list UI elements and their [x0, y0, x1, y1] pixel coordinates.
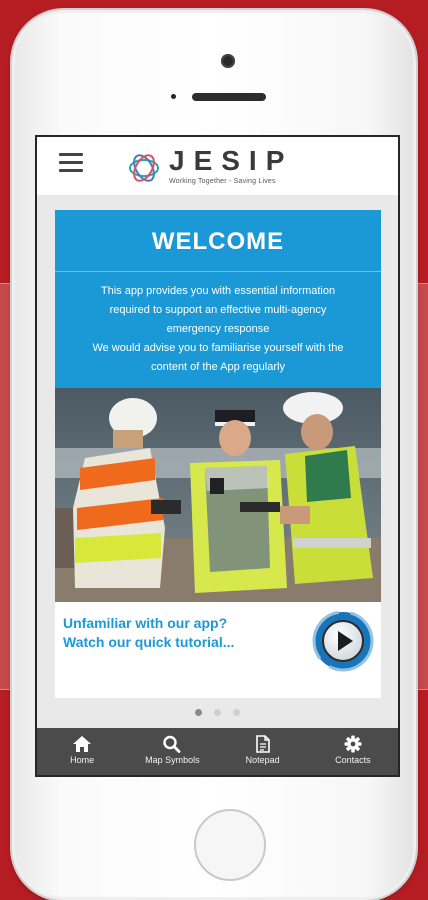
tab-map-symbols[interactable]: Map Symbols	[127, 728, 217, 775]
tutorial-line-2: Watch our quick tutorial...	[63, 634, 235, 650]
responders-photo	[55, 388, 381, 602]
play-icon[interactable]	[311, 610, 375, 672]
tab-contacts[interactable]: Contacts	[308, 728, 398, 775]
welcome-line: This app provides you with essential inf…	[100, 285, 336, 297]
home-icon	[73, 736, 92, 752]
front-camera	[221, 54, 235, 68]
tutorial-prompt[interactable]: Unfamiliar with our app? Watch our quick…	[63, 614, 293, 652]
menu-icon[interactable]	[59, 153, 83, 173]
carousel-dot[interactable]	[233, 709, 240, 716]
app-header: JESIP Working Together - Saving Lives	[37, 137, 398, 195]
app-tagline: Working Together - Saving Lives	[169, 178, 276, 185]
welcome-divider	[55, 271, 381, 272]
carousel-dot[interactable]	[214, 709, 221, 716]
welcome-card: WELCOME This app provides you with essen…	[55, 210, 381, 698]
document-icon	[255, 735, 270, 753]
home-hardware-button[interactable]	[194, 809, 266, 881]
proximity-sensor	[171, 94, 176, 99]
tab-label: Home	[70, 755, 95, 765]
tab-label: Notepad	[245, 755, 280, 765]
welcome-line: emergency response	[166, 323, 270, 335]
welcome-line: content of the App regularly	[151, 361, 285, 373]
tab-home[interactable]: Home	[37, 728, 127, 775]
welcome-text: This app provides you with essential inf…	[67, 282, 369, 377]
welcome-line: required to support an effective multi-a…	[109, 304, 327, 316]
welcome-banner: WELCOME This app provides you with essen…	[55, 210, 381, 388]
tab-label: Map Symbols	[145, 755, 200, 765]
bottom-tab-bar: Home Map Symbols Notepad Contacts	[37, 728, 398, 775]
tutorial-line-1: Unfamiliar with our app?	[63, 615, 228, 631]
welcome-line: We would advise you to familiarise yours…	[92, 342, 344, 354]
app-logo-text: JESIP	[169, 145, 294, 176]
earpiece-speaker	[192, 93, 266, 101]
tab-label: Contacts	[335, 755, 371, 765]
welcome-title: WELCOME	[151, 228, 285, 255]
carousel-indicator	[37, 703, 398, 716]
search-icon	[163, 735, 181, 753]
jesip-logo-icon	[129, 154, 159, 182]
carousel-dot[interactable]	[195, 709, 202, 716]
phone-screen: JESIP Working Together - Saving Lives WE…	[35, 135, 400, 777]
tab-notepad[interactable]: Notepad	[218, 728, 308, 775]
gear-icon	[344, 735, 362, 753]
